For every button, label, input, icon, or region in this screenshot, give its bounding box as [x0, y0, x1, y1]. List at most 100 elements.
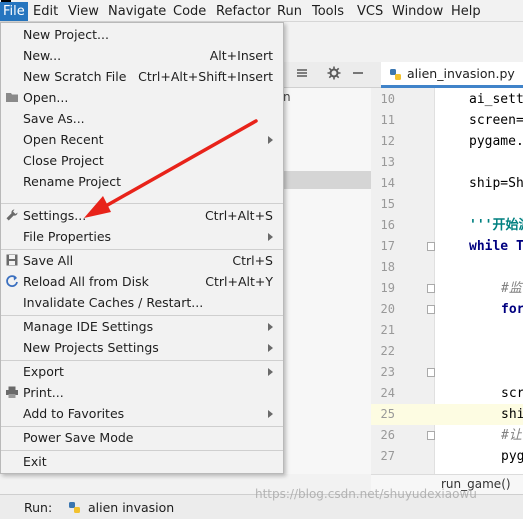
line-number: 22	[380, 344, 395, 358]
menu-item-label: Invalidate Caches / Restart...	[23, 295, 204, 310]
menu-help[interactable]: Help	[448, 2, 484, 21]
code-line[interactable]: 11 screen=	[371, 110, 523, 131]
fold-marker-icon[interactable]	[427, 431, 435, 440]
menu-vcs[interactable]: VCS	[354, 2, 386, 21]
line-number: 26	[380, 428, 395, 442]
menu-item-settings[interactable]: Settings... Ctrl+Alt+S	[1, 205, 283, 226]
menu-item-shortcut: Ctrl+Alt+Y	[205, 274, 273, 289]
menu-item-label: New Scratch File	[23, 69, 127, 84]
menu-run[interactable]: Run	[274, 2, 305, 21]
line-number: 18	[380, 260, 395, 274]
line-number: 12	[380, 134, 395, 148]
folder-icon	[6, 93, 18, 102]
code-text: scr	[501, 386, 523, 401]
menu-edit[interactable]: Edit	[30, 2, 61, 21]
menu-item-invalidate-caches[interactable]: Invalidate Caches / Restart...	[1, 292, 283, 313]
menu-item-rename-project[interactable]: Rename Project	[1, 171, 283, 192]
code-line[interactable]: 10 ai_sett	[371, 89, 523, 110]
code-line[interactable]: 24 scr	[371, 383, 523, 404]
menu-item-new[interactable]: New... Alt+Insert	[1, 45, 283, 66]
menu-item-new-scratch-file[interactable]: New Scratch File Ctrl+Alt+Shift+Insert	[1, 66, 283, 87]
line-number: 27	[380, 449, 395, 463]
code-line[interactable]: 12 pygame.	[371, 131, 523, 152]
menu-item-export[interactable]: Export	[1, 361, 283, 382]
fold-marker-icon[interactable]	[427, 284, 435, 293]
menu-item-label: Open Recent	[23, 132, 104, 147]
menu-item-label: Manage IDE Settings	[23, 319, 154, 334]
menu-item-add-to-favorites[interactable]: Add to Favorites	[1, 403, 283, 424]
code-line[interactable]: 21	[371, 320, 523, 341]
collapse-all-icon[interactable]	[293, 66, 311, 84]
menu-refactor[interactable]: Refactor	[213, 2, 274, 21]
code-line[interactable]: 27 pyg	[371, 446, 523, 467]
menu-item-new-projects-settings[interactable]: New Projects Settings	[1, 337, 283, 358]
project-tree: n	[283, 88, 371, 474]
run-config-label: alien invasion	[88, 500, 175, 515]
fold-marker-icon[interactable]	[427, 368, 435, 377]
menu-item-label: New Projects Settings	[23, 340, 159, 355]
code-line[interactable]: 18	[371, 257, 523, 278]
menu-item-save-as[interactable]: Save As...	[1, 108, 283, 129]
code-text: ship=Sh	[469, 176, 523, 191]
code-line[interactable]: 22	[371, 341, 523, 362]
menu-item-reload-all[interactable]: Reload All from Disk Ctrl+Alt+Y	[1, 271, 283, 292]
line-number: 20	[380, 302, 395, 316]
code-line[interactable]: 15	[371, 194, 523, 215]
fold-marker-icon[interactable]	[427, 242, 435, 251]
menu-item-exit[interactable]: Exit	[1, 451, 283, 472]
menu-item-shortcut: Alt+Insert	[209, 48, 273, 63]
code-line-current[interactable]: 25 shi	[371, 404, 523, 425]
menu-navigate[interactable]: Navigate	[105, 2, 169, 21]
editor-tabs: alien_invasion.py	[371, 62, 523, 88]
code-text: while T	[469, 239, 523, 254]
menu-item-label: File Properties	[23, 229, 112, 244]
menu-item-label: Settings...	[23, 208, 87, 223]
code-line[interactable]: 13	[371, 152, 523, 173]
menu-window[interactable]: Window	[389, 2, 446, 21]
fold-marker-icon[interactable]	[427, 305, 435, 314]
code-text: #让	[501, 428, 522, 443]
code-line[interactable]: 20 for	[371, 299, 523, 320]
menu-item-label: Exit	[23, 454, 47, 469]
code-text: for	[501, 302, 523, 317]
code-line[interactable]: 23	[371, 362, 523, 383]
code-text: pygame.	[469, 134, 523, 149]
code-line[interactable]: 14 ship=Sh	[371, 173, 523, 194]
menu-item-close-project[interactable]: Close Project	[1, 150, 283, 171]
menu-item-label: Save As...	[23, 111, 85, 126]
gear-icon[interactable]	[325, 66, 343, 84]
menu-code[interactable]: Code	[170, 2, 209, 21]
menu-item-manage-ide-settings[interactable]: Manage IDE Settings	[1, 316, 283, 337]
hide-panel-icon[interactable]	[349, 66, 367, 84]
menu-item-label: New Project...	[23, 27, 109, 42]
save-icon	[6, 254, 18, 266]
submenu-arrow-icon	[268, 344, 273, 352]
code-line[interactable]: 26 #让	[371, 425, 523, 446]
code-line[interactable]: 16 '''开始游	[371, 215, 523, 236]
menu-view[interactable]: View	[65, 2, 102, 21]
menu-item-power-save-mode[interactable]: Power Save Mode	[1, 427, 283, 448]
menu-item-label: Save All	[23, 253, 74, 268]
python-file-icon	[390, 69, 401, 80]
project-tree-selected-row[interactable]	[283, 171, 371, 189]
menu-item-label: Rename Project	[23, 174, 122, 189]
menu-tools[interactable]: Tools	[309, 2, 347, 21]
menu-item-print[interactable]: Print...	[1, 382, 283, 403]
menu-file[interactable]: File	[0, 2, 28, 21]
menu-item-save-all[interactable]: Save All Ctrl+S	[1, 250, 283, 271]
menu-item-open[interactable]: Open...	[1, 87, 283, 108]
tab-label: alien_invasion.py	[407, 66, 515, 81]
menu-item-shortcut: Ctrl+S	[232, 253, 273, 268]
python-run-icon	[69, 502, 80, 513]
menu-item-shortcut: Ctrl+Alt+S	[204, 208, 273, 223]
code-line[interactable]: 17 while T	[371, 236, 523, 257]
code-line[interactable]: 19 #监	[371, 278, 523, 299]
menu-item-open-recent[interactable]: Open Recent	[1, 129, 283, 150]
menu-item-label: Add to Favorites	[23, 406, 125, 421]
tab-alien-invasion[interactable]: alien_invasion.py	[381, 62, 523, 88]
run-config-tab[interactable]: alien invasion	[66, 500, 174, 515]
menu-item-label: New...	[23, 48, 62, 63]
menu-item-new-project[interactable]: New Project...	[1, 24, 283, 45]
line-number: 19	[380, 281, 395, 295]
menu-item-file-properties[interactable]: File Properties	[1, 226, 283, 247]
